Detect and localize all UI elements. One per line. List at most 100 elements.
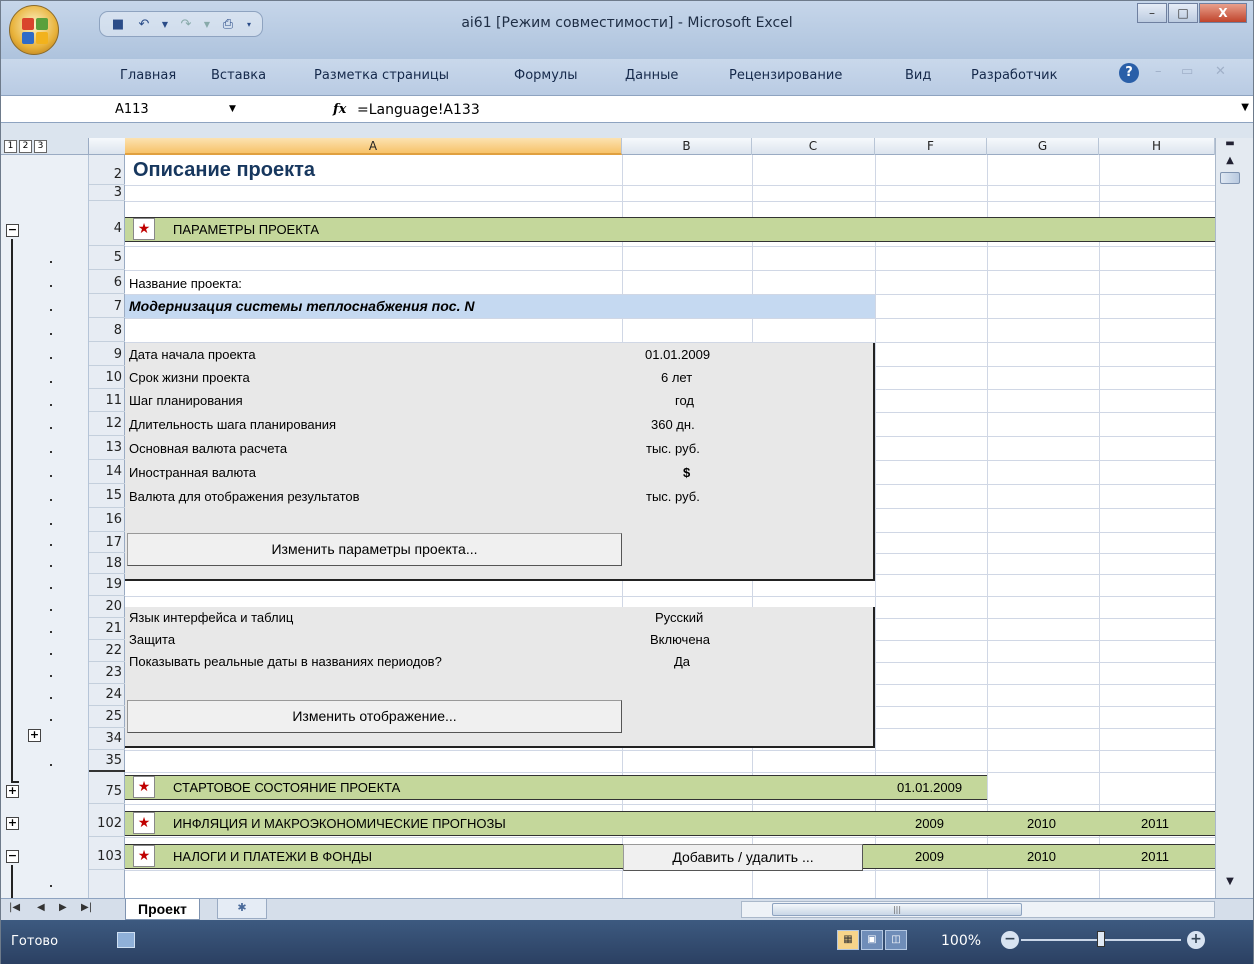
row-header[interactable]: 3 xyxy=(89,185,125,201)
first-sheet-icon[interactable]: |◀ xyxy=(9,902,20,913)
param-value: 360 дн. xyxy=(651,417,695,432)
row-header[interactable]: 2 xyxy=(89,155,125,185)
maximize-button[interactable]: □ xyxy=(1168,3,1198,23)
column-header-a[interactable]: A xyxy=(125,138,622,155)
insert-sheet-icon[interactable]: ✱ xyxy=(217,899,267,919)
row-header[interactable]: 21 xyxy=(89,618,125,640)
row-header[interactable]: 75 xyxy=(89,772,125,804)
close-button[interactable]: X xyxy=(1199,3,1247,23)
collapse-group-icon[interactable]: − xyxy=(6,850,19,863)
workbook-minimize-icon[interactable]: – xyxy=(1155,64,1162,79)
zoom-slider-thumb[interactable] xyxy=(1097,931,1105,947)
star-icon[interactable]: ★ xyxy=(133,218,155,240)
row-header[interactable]: 18 xyxy=(89,553,125,574)
help-icon[interactable]: ? xyxy=(1119,63,1139,83)
row-header[interactable]: 13 xyxy=(89,436,125,460)
column-headers: A B C F G H xyxy=(89,138,1215,155)
title-bar: ■ ↶ ▼ ↷ ▼ ⎙ ▾ ai61 [Режим совместимости]… xyxy=(1,1,1253,59)
split-box-icon[interactable]: ▬ xyxy=(1220,138,1240,154)
column-header-c[interactable]: C xyxy=(752,138,875,155)
tab-data[interactable]: Данные xyxy=(625,68,678,83)
next-sheet-icon[interactable]: ▶ xyxy=(59,902,67,913)
window-title: ai61 [Режим совместимости] - Microsoft E… xyxy=(461,15,793,31)
macro-record-icon[interactable] xyxy=(117,932,135,948)
name-box[interactable]: A113 xyxy=(87,99,247,121)
row-header[interactable]: 102 xyxy=(89,804,125,837)
horizontal-scrollbar[interactable]: ||| xyxy=(741,901,1215,918)
workbook-close-icon[interactable]: ✕ xyxy=(1215,64,1226,79)
row-header[interactable]: 4 xyxy=(89,201,125,246)
tab-developer[interactable]: Разработчик xyxy=(971,68,1057,83)
tab-view[interactable]: Вид xyxy=(905,68,931,83)
zoom-out-icon[interactable]: − xyxy=(1001,931,1019,949)
scroll-down-icon[interactable]: ▼ xyxy=(1220,876,1240,892)
outline-level-1-button[interactable]: 1 xyxy=(4,140,17,153)
normal-view-icon[interactable]: ▦ xyxy=(837,930,859,950)
outline-level-2-button[interactable]: 2 xyxy=(19,140,32,153)
workbook-restore-icon[interactable]: ▭ xyxy=(1181,64,1193,79)
tab-insert[interactable]: Вставка xyxy=(211,68,266,83)
row-header[interactable]: 22 xyxy=(89,640,125,662)
outline-level-3-button[interactable]: 3 xyxy=(34,140,47,153)
row-header[interactable]: 12 xyxy=(89,412,125,436)
expand-group-icon[interactable]: + xyxy=(6,817,19,830)
vertical-scrollbar[interactable]: ▬ ▲ ▼ xyxy=(1215,138,1253,898)
star-icon[interactable]: ★ xyxy=(133,845,155,867)
column-header-g[interactable]: G xyxy=(987,138,1099,155)
row-header[interactable]: 17 xyxy=(89,532,125,553)
scroll-up-icon[interactable]: ▲ xyxy=(1220,155,1240,171)
zoom-in-icon[interactable]: + xyxy=(1187,931,1205,949)
row-header[interactable]: 35 xyxy=(89,750,125,772)
last-sheet-icon[interactable]: ▶| xyxy=(81,902,92,913)
row-header[interactable]: 8 xyxy=(89,318,125,342)
row-header[interactable]: 6 xyxy=(89,270,125,294)
tab-page-layout[interactable]: Разметка страницы xyxy=(314,68,449,83)
row-header[interactable]: 10 xyxy=(89,366,125,389)
row-header[interactable]: 34 xyxy=(89,728,125,750)
outline-dot xyxy=(50,675,52,677)
tab-home[interactable]: Главная xyxy=(120,68,176,83)
worksheet-grid[interactable]: Описание проекта ★ ПАРАМЕТРЫ ПРОЕКТА Наз… xyxy=(125,155,1215,898)
sheet-tab-active[interactable]: Проект xyxy=(125,899,200,920)
row-header[interactable]: 9 xyxy=(89,342,125,366)
page-break-view-icon[interactable]: ◫ xyxy=(885,930,907,950)
row-header[interactable]: 11 xyxy=(89,389,125,412)
row-header[interactable]: 103 xyxy=(89,837,125,870)
horizontal-scroll-thumb[interactable]: ||| xyxy=(772,903,1022,916)
project-name-value: Модернизация системы теплоснабжения пос.… xyxy=(129,298,475,314)
row-header[interactable]: 5 xyxy=(89,246,125,270)
prev-sheet-icon[interactable]: ◀ xyxy=(37,902,45,913)
expand-group-icon[interactable]: + xyxy=(28,729,41,742)
minimize-button[interactable]: – xyxy=(1137,3,1167,23)
change-params-button[interactable]: Изменить параметры проекта... xyxy=(127,533,622,566)
name-box-dropdown-icon[interactable]: ▼ xyxy=(229,104,236,114)
expand-group-icon[interactable]: + xyxy=(6,785,19,798)
row-header[interactable]: 7 xyxy=(89,294,125,318)
expand-formula-bar-icon[interactable]: ▼ xyxy=(1241,102,1249,113)
insert-function-icon[interactable]: fx xyxy=(333,102,346,117)
add-remove-button[interactable]: Добавить / удалить ... xyxy=(623,844,863,871)
page-layout-view-icon[interactable]: ▣ xyxy=(861,930,883,950)
column-header-b[interactable]: B xyxy=(622,138,752,155)
row-header[interactable]: 24 xyxy=(89,684,125,706)
tab-formulas[interactable]: Формулы xyxy=(514,68,577,83)
column-header-h[interactable]: H xyxy=(1099,138,1215,155)
tab-review[interactable]: Рецензирование xyxy=(729,68,842,83)
star-icon[interactable]: ★ xyxy=(133,812,155,834)
row-header[interactable]: 15 xyxy=(89,484,125,508)
row-header[interactable]: 16 xyxy=(89,508,125,532)
view-buttons: ▦ ▣ ◫ xyxy=(837,930,907,950)
row-header[interactable]: 25 xyxy=(89,706,125,728)
formula-input[interactable]: =Language!A133 xyxy=(357,99,480,121)
zoom-level[interactable]: 100% xyxy=(941,933,981,949)
row-header[interactable]: 23 xyxy=(89,662,125,684)
collapse-group-icon[interactable]: − xyxy=(6,224,19,237)
column-header-f[interactable]: F xyxy=(875,138,987,155)
param-value: год xyxy=(675,393,694,408)
row-header[interactable]: 14 xyxy=(89,460,125,484)
vertical-scroll-thumb[interactable] xyxy=(1220,172,1240,184)
row-header[interactable]: 20 xyxy=(89,596,125,618)
star-icon[interactable]: ★ xyxy=(133,776,155,798)
change-display-button[interactable]: Изменить отображение... xyxy=(127,700,622,733)
row-header[interactable]: 19 xyxy=(89,574,125,596)
